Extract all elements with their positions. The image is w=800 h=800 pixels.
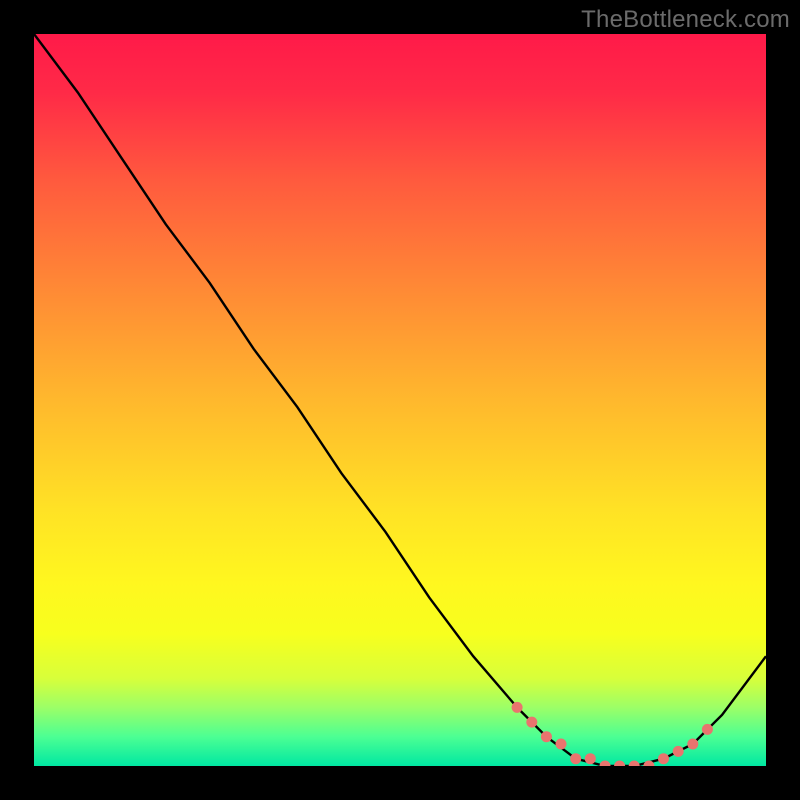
marker-dots bbox=[512, 702, 713, 766]
marker-dot bbox=[673, 746, 684, 757]
marker-dot bbox=[600, 761, 611, 767]
marker-dot bbox=[614, 761, 625, 767]
marker-dot bbox=[526, 717, 537, 728]
curve-line bbox=[34, 34, 766, 766]
chart-svg bbox=[34, 34, 766, 766]
marker-dot bbox=[512, 702, 523, 713]
marker-dot bbox=[541, 731, 552, 742]
marker-dot bbox=[702, 724, 713, 735]
marker-dot bbox=[658, 753, 669, 764]
chart-frame: TheBottleneck.com bbox=[0, 0, 800, 800]
marker-dot bbox=[629, 761, 640, 767]
marker-dot bbox=[687, 739, 698, 750]
marker-dot bbox=[585, 753, 596, 764]
watermark-text: TheBottleneck.com bbox=[581, 6, 790, 34]
chart-plot-area bbox=[34, 34, 766, 766]
marker-dot bbox=[556, 739, 567, 750]
marker-dot bbox=[570, 753, 581, 764]
